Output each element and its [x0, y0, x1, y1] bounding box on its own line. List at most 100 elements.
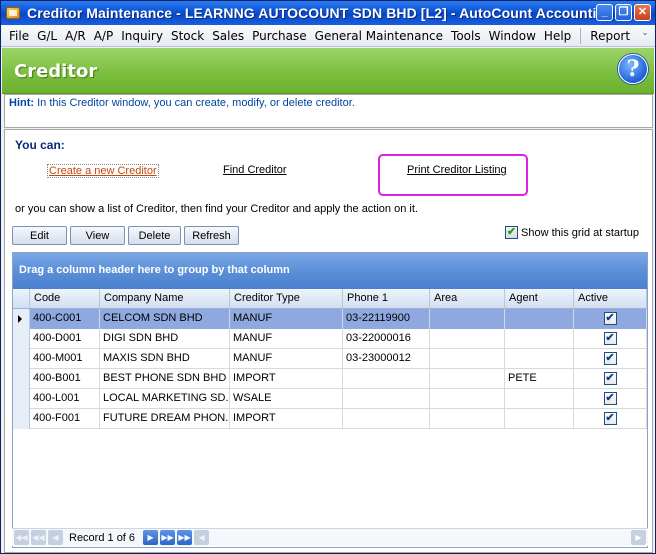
- last-record-icon[interactable]: ▶▶: [177, 530, 193, 545]
- cell-code[interactable]: 400-L001: [30, 389, 100, 409]
- delete-button[interactable]: Delete: [128, 226, 181, 245]
- next-record-icon[interactable]: ▶: [143, 530, 159, 545]
- cell-creditor-type[interactable]: IMPORT: [230, 369, 343, 389]
- menu-help[interactable]: Help: [540, 29, 575, 43]
- cell-code[interactable]: 400-M001: [30, 349, 100, 369]
- group-by-panel[interactable]: Drag a column header here to group by th…: [13, 253, 647, 289]
- cell-phone-1[interactable]: 03-22119900: [343, 309, 430, 329]
- cell-phone-1[interactable]: 03-23000012: [343, 349, 430, 369]
- cell-agent[interactable]: [505, 329, 574, 349]
- column-header-phone-1[interactable]: Phone 1: [343, 289, 430, 308]
- cell-area[interactable]: [430, 309, 505, 329]
- show-grid-checkbox[interactable]: ✔: [505, 226, 518, 239]
- close-button[interactable]: ✕: [634, 4, 651, 21]
- menu-purchase[interactable]: Purchase: [248, 29, 311, 43]
- cell-company-name[interactable]: DIGI SDN BHD: [100, 329, 230, 349]
- cell-area[interactable]: [430, 409, 505, 429]
- active-checkbox[interactable]: ✔: [603, 352, 617, 365]
- cell-area[interactable]: [430, 329, 505, 349]
- cell-code[interactable]: 400-F001: [30, 409, 100, 429]
- minimize-button[interactable]: _: [596, 4, 613, 21]
- column-header-active[interactable]: Active: [574, 289, 647, 308]
- next-page-icon[interactable]: ▶▶: [160, 530, 176, 545]
- cell-code[interactable]: 400-D001: [30, 329, 100, 349]
- cell-creditor-type[interactable]: MANUF: [230, 349, 343, 369]
- previous-page-icon[interactable]: ◀◀: [31, 530, 46, 545]
- cell-phone-1[interactable]: 03-22000016: [343, 329, 430, 349]
- cell-phone-1[interactable]: [343, 409, 430, 429]
- cell-company-name[interactable]: LOCAL MARKETING SD...: [100, 389, 230, 409]
- previous-record-icon[interactable]: ◀: [48, 530, 63, 545]
- cell-phone-1[interactable]: [343, 389, 430, 409]
- cell-creditor-type[interactable]: MANUF: [230, 309, 343, 329]
- menu-sales[interactable]: Sales: [208, 29, 248, 43]
- scroll-right-icon[interactable]: ▶: [631, 530, 646, 545]
- cell-agent[interactable]: [505, 409, 574, 429]
- cell-code[interactable]: 400-B001: [30, 369, 100, 389]
- active-checkbox[interactable]: ✔: [603, 312, 617, 325]
- cell-agent[interactable]: PETE: [505, 369, 574, 389]
- cell-active[interactable]: ✔: [574, 409, 647, 429]
- restore-button[interactable]: ❐: [615, 4, 632, 21]
- cell-company-name[interactable]: FUTURE DREAM PHON...: [100, 409, 230, 429]
- cell-creditor-type[interactable]: IMPORT: [230, 409, 343, 429]
- row-indicator[interactable]: [13, 369, 30, 389]
- menu-ap[interactable]: A/P: [90, 29, 118, 43]
- column-header-creditor-type[interactable]: Creditor Type: [230, 289, 343, 308]
- cell-creditor-type[interactable]: WSALE: [230, 389, 343, 409]
- table-row[interactable]: 400-D001 DIGI SDN BHD MANUF 03-22000016 …: [13, 329, 647, 349]
- table-row[interactable]: 400-M001 MAXIS SDN BHD MANUF 03-23000012…: [13, 349, 647, 369]
- menu-ar[interactable]: A/R: [61, 29, 90, 43]
- cell-company-name[interactable]: BEST PHONE SDN BHD: [100, 369, 230, 389]
- create-creditor-link[interactable]: Create a new Creditor: [47, 164, 159, 178]
- menu-window[interactable]: Window: [485, 29, 540, 43]
- menu-general-maintenance[interactable]: General Maintenance: [311, 29, 447, 43]
- row-indicator[interactable]: [13, 409, 30, 429]
- active-checkbox[interactable]: ✔: [603, 332, 617, 345]
- menu-stock[interactable]: Stock: [167, 29, 208, 43]
- active-checkbox[interactable]: ✔: [603, 392, 617, 405]
- first-record-icon[interactable]: ◀◀: [14, 530, 29, 545]
- cell-agent[interactable]: [505, 389, 574, 409]
- menu-report[interactable]: Report: [586, 29, 634, 43]
- cell-company-name[interactable]: MAXIS SDN BHD: [100, 349, 230, 369]
- cell-active[interactable]: ✔: [574, 349, 647, 369]
- active-checkbox[interactable]: ✔: [603, 372, 617, 385]
- title-bar[interactable]: Creditor Maintenance - LEARNNG AUTOCOUNT…: [1, 1, 655, 25]
- table-row[interactable]: 400-C001 CELCOM SDN BHD MANUF 03-2211990…: [13, 309, 647, 329]
- cell-active[interactable]: ✔: [574, 309, 647, 329]
- row-indicator[interactable]: [13, 329, 30, 349]
- edit-button[interactable]: Edit: [12, 226, 67, 245]
- column-header-area[interactable]: Area: [430, 289, 505, 308]
- cell-active[interactable]: ✔: [574, 369, 647, 389]
- view-button[interactable]: View: [70, 226, 125, 245]
- column-header-code[interactable]: Code: [30, 289, 100, 308]
- cell-agent[interactable]: [505, 309, 574, 329]
- cell-agent[interactable]: [505, 349, 574, 369]
- table-row[interactable]: 400-L001 LOCAL MARKETING SD... WSALE ✔: [13, 389, 647, 409]
- column-header-company-name[interactable]: Company Name: [100, 289, 230, 308]
- table-row[interactable]: 400-F001 FUTURE DREAM PHON... IMPORT ✔: [13, 409, 647, 429]
- cell-active[interactable]: ✔: [574, 389, 647, 409]
- row-indicator[interactable]: [13, 309, 30, 329]
- row-indicator[interactable]: [13, 349, 30, 369]
- cell-area[interactable]: [430, 369, 505, 389]
- column-header-agent[interactable]: Agent: [505, 289, 574, 308]
- cell-company-name[interactable]: CELCOM SDN BHD: [100, 309, 230, 329]
- scroll-left-icon[interactable]: ◀: [194, 530, 210, 545]
- row-indicator[interactable]: [13, 389, 30, 409]
- cell-code[interactable]: 400-C001: [30, 309, 100, 329]
- menu-gl[interactable]: G/L: [33, 29, 61, 43]
- cell-area[interactable]: [430, 349, 505, 369]
- cell-area[interactable]: [430, 389, 505, 409]
- refresh-button[interactable]: Refresh: [184, 226, 239, 245]
- menu-file[interactable]: File: [5, 29, 33, 43]
- show-grid-option[interactable]: ✔ Show this grid at startup: [505, 226, 639, 239]
- chevron-down-icon[interactable]: ⌄: [639, 28, 651, 44]
- cell-creditor-type[interactable]: MANUF: [230, 329, 343, 349]
- cell-active[interactable]: ✔: [574, 329, 647, 349]
- find-creditor-link[interactable]: Find Creditor: [223, 164, 287, 176]
- cell-phone-1[interactable]: [343, 369, 430, 389]
- print-creditor-listing-link[interactable]: Print Creditor Listing: [407, 164, 507, 176]
- menu-inquiry[interactable]: Inquiry: [117, 29, 167, 43]
